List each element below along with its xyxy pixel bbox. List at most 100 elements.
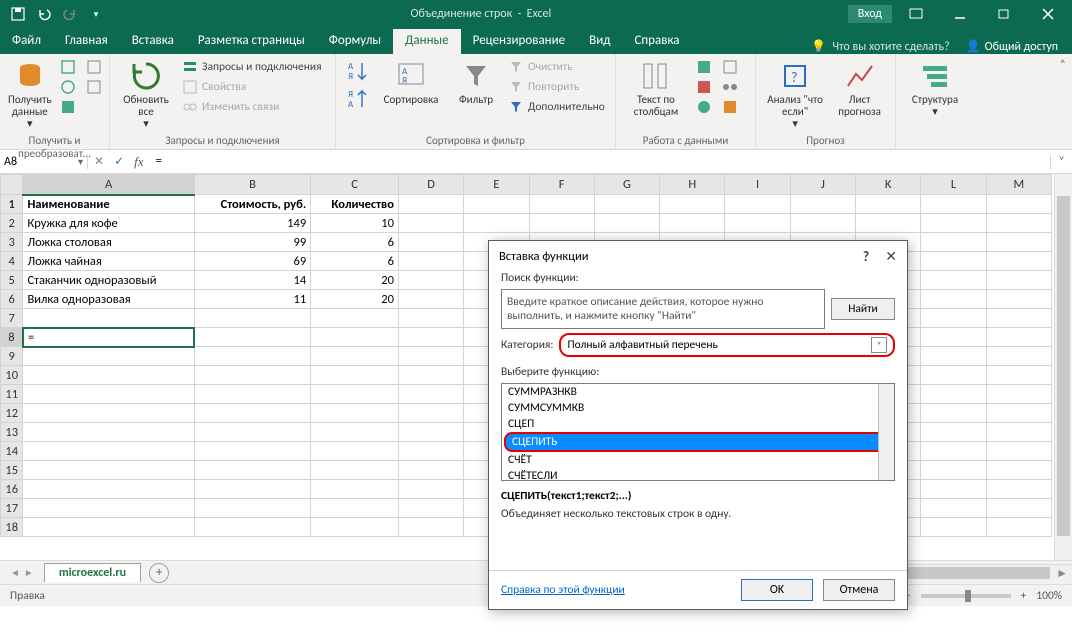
save-icon[interactable] <box>6 3 30 25</box>
function-list-item[interactable]: СЧЁТ <box>502 452 894 468</box>
row-header[interactable]: 8 <box>1 328 23 347</box>
relationships-icon[interactable] <box>720 78 740 96</box>
row-header[interactable]: 7 <box>1 309 23 328</box>
sort-za-icon[interactable]: ЯА <box>344 86 370 114</box>
undo-icon[interactable] <box>32 3 56 25</box>
col-header[interactable]: F <box>529 175 594 195</box>
from-text-icon[interactable] <box>58 58 78 76</box>
outline-button[interactable]: Структура▾ <box>904 58 966 120</box>
zoom-value[interactable]: 100% <box>1036 589 1062 603</box>
chevron-down-icon[interactable]: ▾ <box>78 155 83 168</box>
row-header[interactable]: 15 <box>1 461 23 480</box>
function-list-item[interactable]: СЦЕПИТЬ <box>504 432 892 452</box>
col-header[interactable]: K <box>856 175 921 195</box>
row-header[interactable]: 3 <box>1 233 23 252</box>
text-to-columns-button[interactable]: Текст по столбцам <box>624 58 688 120</box>
find-button[interactable]: Найти <box>831 298 895 320</box>
tab-formulas[interactable]: Формулы <box>317 29 393 54</box>
refresh-all-button[interactable]: Обновить все▾ <box>118 58 174 132</box>
tab-view[interactable]: Вид <box>577 29 622 54</box>
sort-button[interactable]: АЯ Сортировка <box>376 58 446 108</box>
zoom-in-icon[interactable]: + <box>1021 589 1027 603</box>
col-header[interactable]: G <box>594 175 659 195</box>
formula-input[interactable]: = <box>150 154 1050 169</box>
add-sheet-button[interactable]: + <box>149 563 169 583</box>
row-header[interactable]: 6 <box>1 290 23 309</box>
col-header[interactable]: A <box>23 175 194 195</box>
qat-dropdown-icon[interactable]: ▾ <box>84 3 108 25</box>
advanced-filter-button[interactable]: Дополнительно <box>506 98 607 116</box>
redo-icon[interactable] <box>58 3 82 25</box>
col-header[interactable]: C <box>311 175 399 195</box>
search-function-input[interactable]: Введите краткое описание действия, котор… <box>501 289 825 329</box>
fx-icon[interactable]: fx <box>134 154 143 170</box>
tab-page-layout[interactable]: Разметка страницы <box>186 29 317 54</box>
function-list[interactable]: СУММРАЗНКВСУММСУММКВСЦЕПСЦЕПИТЬСЧЁТСЧЁТЕ… <box>501 383 895 481</box>
cancel-formula-icon[interactable]: ✕ <box>94 154 104 169</box>
col-header[interactable]: D <box>398 175 463 195</box>
col-header[interactable]: I <box>725 175 790 195</box>
row-header[interactable]: 13 <box>1 423 23 442</box>
tab-file[interactable]: Файл <box>0 29 53 54</box>
sheet-nav-prev-icon[interactable]: ◄ <box>10 566 20 579</box>
ribbon-display-icon[interactable] <box>896 0 936 28</box>
row-header[interactable]: 14 <box>1 442 23 461</box>
tab-review[interactable]: Рецензирование <box>461 29 577 54</box>
row-header[interactable]: 16 <box>1 480 23 499</box>
get-data-button[interactable]: Получить данные▾ <box>8 58 52 132</box>
row-header[interactable]: 10 <box>1 366 23 385</box>
row-header[interactable]: 1 <box>1 195 23 214</box>
remove-dup-icon[interactable] <box>694 78 714 96</box>
consolidate-icon[interactable] <box>720 58 740 76</box>
row-header[interactable]: 11 <box>1 385 23 404</box>
sort-az-icon[interactable]: АЯ <box>344 58 370 86</box>
tab-help[interactable]: Справка <box>622 29 691 54</box>
vertical-scrollbar[interactable] <box>1054 174 1072 560</box>
col-header[interactable]: M <box>986 175 1051 195</box>
login-button[interactable]: Вход <box>848 5 892 23</box>
row-header[interactable]: 2 <box>1 214 23 233</box>
row-header[interactable]: 18 <box>1 518 23 537</box>
row-header[interactable]: 5 <box>1 271 23 290</box>
data-model-icon[interactable] <box>720 98 740 116</box>
category-select[interactable]: Полный алфавитный перечень ˅ <box>559 333 895 357</box>
active-cell[interactable]: = <box>23 328 194 347</box>
function-list-item[interactable]: СУММСУММКВ <box>502 400 894 416</box>
expand-formula-bar-icon[interactable]: ˅ <box>1050 155 1072 169</box>
tab-home[interactable]: Главная <box>53 29 120 54</box>
col-header[interactable]: J <box>790 175 855 195</box>
col-header[interactable]: L <box>921 175 986 195</box>
function-list-scrollbar[interactable] <box>878 384 894 480</box>
close-dialog-icon[interactable]: ✕ <box>885 248 897 265</box>
ok-button[interactable]: OK <box>741 579 813 601</box>
share-button[interactable]: 👤 Общий доступ <box>966 39 1058 54</box>
cancel-button[interactable]: Отмена <box>823 579 895 601</box>
recent-sources-icon[interactable] <box>84 58 104 76</box>
zoom-slider[interactable] <box>921 594 1011 598</box>
forecast-sheet-button[interactable]: Лист прогноза <box>832 58 887 120</box>
sheet-nav-next-icon[interactable]: ► <box>24 566 34 579</box>
minimize-icon[interactable] <box>940 0 980 28</box>
col-header[interactable]: H <box>660 175 725 195</box>
name-box[interactable]: A8 ▾ <box>0 155 88 169</box>
from-web-icon[interactable] <box>58 78 78 96</box>
enter-formula-icon[interactable]: ✓ <box>114 154 124 169</box>
existing-conn-icon[interactable] <box>84 78 104 96</box>
from-table-icon[interactable] <box>58 98 78 116</box>
function-list-item[interactable]: СУММРАЗНКВ <box>502 384 894 400</box>
col-header[interactable]: B <box>194 175 310 195</box>
close-icon[interactable] <box>1028 0 1068 28</box>
data-validation-icon[interactable] <box>694 98 714 116</box>
sheet-tab-active[interactable]: microexcel.ru <box>44 563 141 582</box>
queries-connections-button[interactable]: Запросы и подключения <box>180 58 324 76</box>
function-help-link[interactable]: Справка по этой функции <box>501 583 625 597</box>
what-if-button[interactable]: ? Анализ "что если"▾ <box>764 58 826 132</box>
collapse-ribbon-icon[interactable]: ˄ <box>1060 58 1066 72</box>
row-header[interactable]: 4 <box>1 252 23 271</box>
row-header[interactable]: 12 <box>1 404 23 423</box>
col-header[interactable]: E <box>464 175 529 195</box>
dialog-titlebar[interactable]: Вставка функции ? ✕ <box>489 241 907 271</box>
row-header[interactable]: 9 <box>1 347 23 366</box>
tab-insert[interactable]: Вставка <box>120 29 186 54</box>
tell-me-search[interactable]: 💡 Что вы хотите сделать? <box>811 39 949 54</box>
